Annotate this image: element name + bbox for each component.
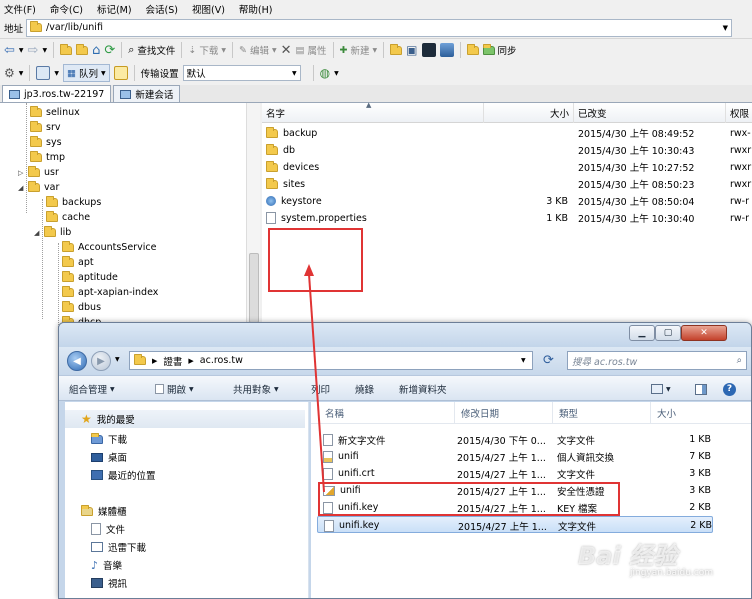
drag-arrow [304,264,325,493]
baidu-watermark-url: jingyan.baidu.com [630,568,714,578]
baidu-watermark-logo: Bai 经验 [578,542,678,570]
